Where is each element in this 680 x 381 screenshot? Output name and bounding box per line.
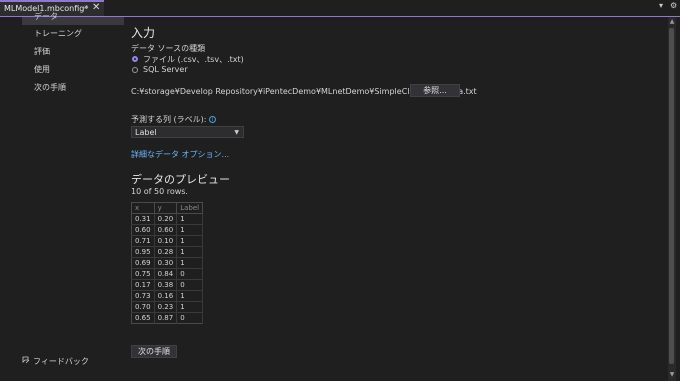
sidebar-item-data[interactable]: データ	[22, 12, 124, 25]
table-cell: 0.31	[131, 213, 155, 225]
data-source-type-label: データ ソースの種類	[131, 44, 206, 53]
close-icon[interactable]: ✕	[92, 1, 100, 14]
table-cell: 1	[176, 246, 204, 258]
table-cell: 0.17	[131, 279, 155, 291]
chevron-down-icon: ▼	[234, 129, 239, 136]
table-cell: 0.28	[154, 246, 178, 258]
table-row: 0.75 0.84 0	[131, 268, 204, 280]
table-row: 0.31 0.20 1	[131, 213, 204, 225]
document-tab-bar: MLModel1.mbconfig* ⊸ ✕ ▾ ⚙	[0, 0, 680, 17]
feedback-icon	[22, 356, 30, 366]
pin-icon[interactable]: ⊸	[82, 2, 88, 15]
input-heading: 入力	[131, 26, 156, 40]
table-row: 0.95 0.28 1	[131, 246, 204, 258]
browse-button[interactable]: 参照...	[410, 84, 460, 97]
table-cell: 0.87	[154, 312, 178, 324]
sidebar-item-evaluate[interactable]: 評価	[34, 46, 50, 57]
table-cell: 0.95	[131, 246, 155, 258]
table-cell: 0.60	[131, 224, 155, 236]
rows-info: 10 of 50 rows.	[131, 187, 188, 196]
table-cell: 1	[176, 213, 204, 225]
table-cell: 0.23	[154, 301, 178, 313]
table-cell: 0.16	[154, 290, 178, 302]
table-cell: 1	[176, 224, 204, 236]
table-cell: 0.38	[154, 279, 178, 291]
data-preview-table: x y Label 0.31 0.20 1 0.60 0.60 1 0.71 0.10 1 0.9…	[131, 202, 204, 324]
scrollbar-thumb[interactable]	[669, 28, 674, 364]
sidebar-item-training[interactable]: トレーニング	[34, 28, 82, 39]
predict-column-text: 予測する列 (ラベル):	[131, 115, 207, 124]
predict-column-value: Label	[135, 128, 157, 137]
table-row: 0.69 0.30 1	[131, 257, 204, 269]
info-icon[interactable]: i	[209, 116, 217, 123]
feedback-label: フィードバック	[33, 357, 89, 366]
table-cell: 0	[176, 312, 204, 324]
predict-column-select[interactable]: Label ▼	[131, 126, 244, 138]
table-cell: 0.70	[131, 301, 155, 313]
table-cell: 1	[176, 301, 204, 313]
table-row: 0.65 0.87 0	[131, 312, 204, 324]
scroll-up-icon[interactable]: ▲	[668, 18, 676, 25]
table-row: 0.71 0.10 1	[131, 235, 204, 247]
next-step-button[interactable]: 次の手順	[131, 345, 177, 358]
main-panel	[124, 17, 668, 381]
column-header-y: y	[154, 202, 178, 214]
table-cell: 0.10	[154, 235, 178, 247]
chevron-down-icon[interactable]: ▾	[659, 1, 663, 10]
feedback-link[interactable]: フィードバック	[22, 356, 89, 367]
sidebar-item-consume[interactable]: 使用	[34, 64, 50, 75]
advanced-data-options-link[interactable]: 詳細なデータ オプション...	[131, 149, 229, 160]
column-header-x: x	[131, 202, 155, 214]
scroll-down-icon[interactable]: ▼	[668, 371, 676, 378]
sidebar-item-label: データ	[34, 12, 58, 21]
gear-icon[interactable]: ⚙	[670, 1, 677, 10]
table-header-row: x y Label	[131, 202, 204, 214]
table-cell: 0.20	[154, 213, 178, 225]
table-cell: 0.60	[154, 224, 178, 236]
radio-sql-server[interactable]	[132, 67, 138, 73]
table-cell: 0.30	[154, 257, 178, 269]
sidebar-item-next-steps[interactable]: 次の手順	[34, 82, 66, 93]
table-cell: 0.71	[131, 235, 155, 247]
sidebar	[0, 17, 124, 381]
table-cell: 1	[176, 257, 204, 269]
radio-file[interactable]	[132, 56, 138, 62]
table-row: 0.60 0.60 1	[131, 224, 204, 236]
table-cell: 0.73	[131, 290, 155, 302]
column-header-label: Label	[176, 202, 204, 214]
preview-heading: データのプレビュー	[131, 173, 230, 186]
radio-file-label[interactable]: ファイル (.csv、.tsv、.txt)	[143, 54, 244, 65]
predict-column-label: 予測する列 (ラベル): i	[131, 114, 217, 125]
table-cell: 0.69	[131, 257, 155, 269]
table-cell: 1	[176, 235, 204, 247]
table-row: 0.70 0.23 1	[131, 301, 204, 313]
table-cell: 0	[176, 268, 204, 280]
table-cell: 0.65	[131, 312, 155, 324]
radio-sql-label[interactable]: SQL Server	[143, 65, 188, 74]
table-cell: 1	[176, 290, 204, 302]
table-cell: 0.84	[154, 268, 178, 280]
table-cell: 0.75	[131, 268, 155, 280]
table-row: 0.73 0.16 1	[131, 290, 204, 302]
table-cell: 0	[176, 279, 204, 291]
table-row: 0.17 0.38 0	[131, 279, 204, 291]
